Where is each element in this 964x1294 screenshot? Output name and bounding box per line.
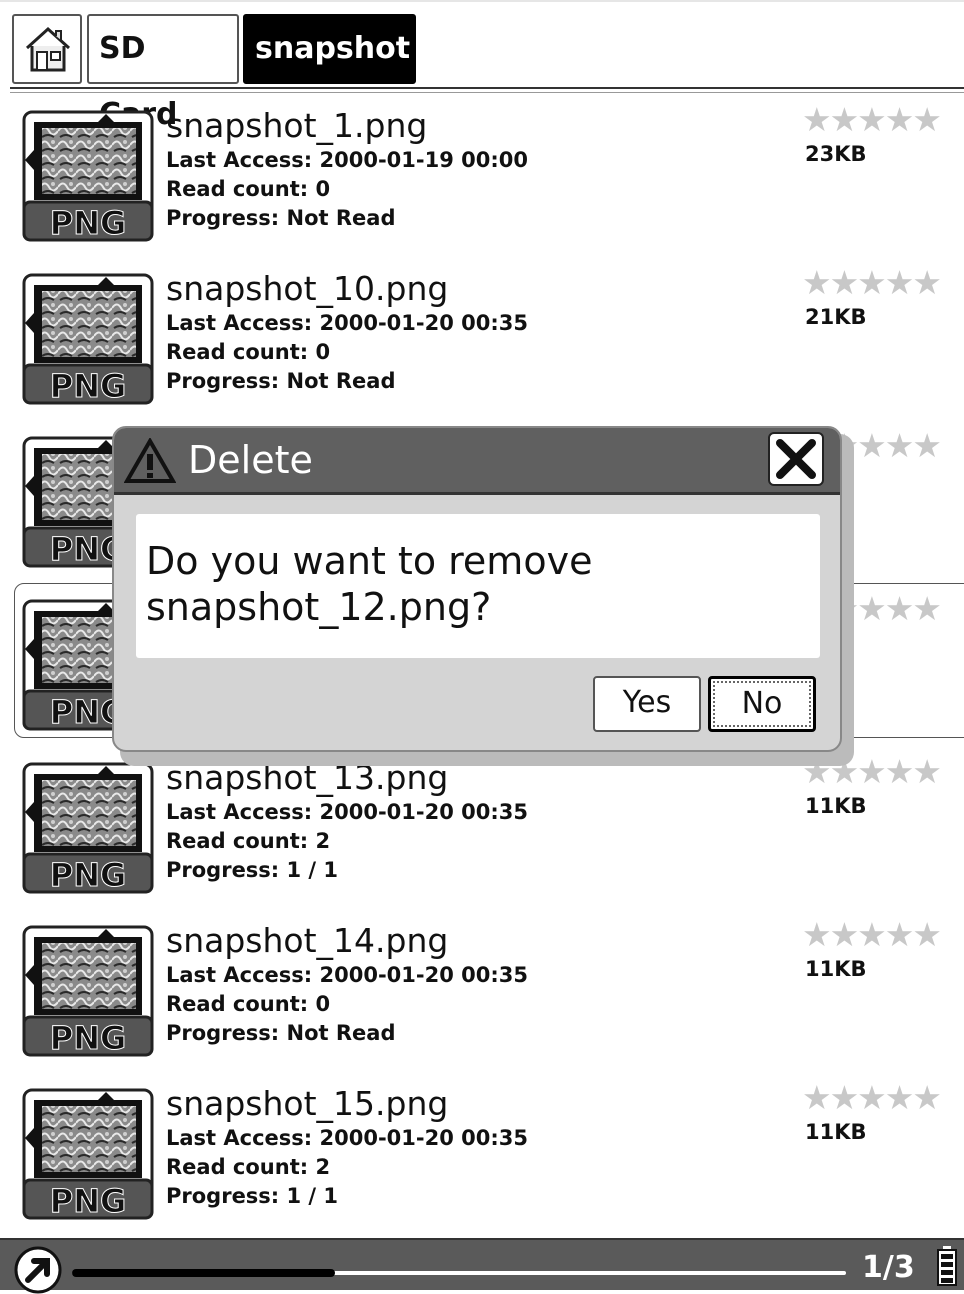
png-file-icon: PNG — [22, 762, 154, 894]
file-name: snapshot_10.png — [166, 269, 449, 308]
last-access-text: Last Access: 2000-01-20 00:35 — [166, 311, 528, 335]
file-size: 21KB — [805, 305, 867, 329]
delete-dialog: Delete Do you want to remove snapshot_12… — [112, 426, 842, 752]
file-name: snapshot_15.png — [166, 1084, 449, 1123]
png-file-icon: PNG — [22, 1088, 154, 1220]
file-name: snapshot_14.png — [166, 921, 449, 960]
last-access-text: Last Access: 2000-01-19 00:00 — [166, 148, 528, 172]
last-access-text: Last Access: 2000-01-20 00:35 — [166, 800, 528, 824]
status-bar: 1/3 — [0, 1238, 964, 1294]
read-count-text: Read count: 0 — [166, 340, 331, 364]
read-count-text: Read count: 0 — [166, 992, 331, 1016]
progress-text: Progress: Not Read — [166, 1021, 396, 1045]
page-progress-fill — [72, 1269, 335, 1277]
file-size: 23KB — [805, 142, 867, 166]
png-file-icon: PNG — [22, 273, 154, 405]
progress-text: Progress: 1 / 1 — [166, 858, 339, 882]
list-item[interactable]: PNG snapshot_10.png Last Access: 2000-01… — [0, 255, 964, 418]
warning-icon — [124, 438, 176, 483]
no-button[interactable]: No — [708, 676, 816, 732]
png-file-icon: PNG — [22, 925, 154, 1057]
file-type-badge: PNG — [50, 204, 127, 242]
close-icon — [776, 439, 816, 479]
breadcrumb-sd-card[interactable]: SD Card — [87, 14, 239, 132]
rating-stars: ★★★★★ — [802, 1078, 942, 1117]
last-access-text: Last Access: 2000-01-20 00:35 — [166, 963, 528, 987]
file-size: 11KB — [805, 957, 867, 981]
list-item[interactable]: PNG snapshot_1.png Last Access: 2000-01-… — [0, 92, 964, 255]
breadcrumb-snapshot[interactable]: snapshot — [243, 14, 416, 84]
list-item[interactable]: PNG snapshot_13.png Last Access: 2000-01… — [0, 744, 964, 907]
rating-stars: ★★★★★ — [802, 263, 942, 302]
page-indicator: 1/3 — [862, 1250, 915, 1285]
list-item[interactable]: PNG snapshot_15.png Last Access: 2000-01… — [0, 1070, 964, 1233]
progress-text: Progress: Not Read — [166, 206, 396, 230]
home-button[interactable] — [12, 14, 82, 84]
divider — [10, 87, 964, 89]
file-size: 11KB — [805, 794, 867, 818]
progress-text: Progress: 1 / 1 — [166, 1184, 339, 1208]
file-size: 11KB — [805, 1120, 867, 1144]
file-name: snapshot_1.png — [166, 106, 428, 145]
yes-button[interactable]: Yes — [593, 676, 701, 732]
file-type-badge: PNG — [50, 1182, 127, 1220]
rating-stars: ★★★★★ — [802, 915, 942, 954]
read-count-text: Read count: 2 — [166, 1155, 331, 1179]
png-file-icon: PNG — [22, 110, 154, 242]
file-type-badge: PNG — [50, 1019, 127, 1057]
progress-text: Progress: Not Read — [166, 369, 396, 393]
last-access-text: Last Access: 2000-01-20 00:35 — [166, 1126, 528, 1150]
dialog-title: Delete — [188, 438, 313, 482]
read-count-text: Read count: 2 — [166, 829, 331, 853]
close-button[interactable] — [768, 432, 824, 486]
dialog-body: Do you want to remove snapshot_12.png? — [136, 514, 820, 658]
go-to-page-icon[interactable] — [14, 1246, 62, 1294]
file-type-badge: PNG — [50, 856, 127, 894]
dialog-header: Delete — [114, 428, 840, 495]
file-type-badge: PNG — [50, 367, 127, 405]
dialog-message: Do you want to remove snapshot_12.png? — [146, 539, 593, 629]
rating-stars: ★★★★★ — [802, 100, 942, 139]
home-icon — [25, 26, 71, 72]
read-count-text: Read count: 0 — [166, 177, 331, 201]
battery-icon — [937, 1246, 957, 1286]
breadcrumb: SD Card snapshot — [0, 0, 964, 132]
list-item[interactable]: PNG snapshot_14.png Last Access: 2000-01… — [0, 907, 964, 1070]
